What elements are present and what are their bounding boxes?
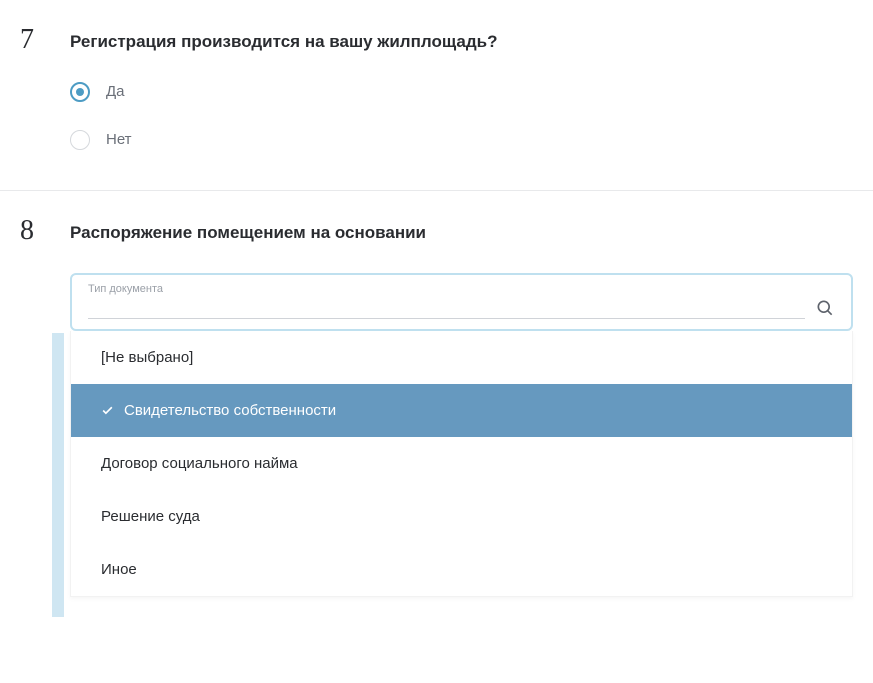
dropdown-option-label: [Не выбрано]: [101, 349, 193, 366]
dropdown-option-label: Иное: [101, 561, 137, 578]
dropdown-option-social-rent[interactable]: Договор социального найма: [71, 437, 852, 490]
dropdown-floating-label: Тип документа: [88, 283, 835, 295]
dropdown-option-none[interactable]: [Не выбрано]: [71, 331, 852, 384]
radio-option-yes[interactable]: Да: [70, 82, 853, 102]
dropdown-option-label: Договор социального найма: [101, 455, 298, 472]
left-accent-bar: [52, 333, 64, 617]
check-icon: [101, 404, 114, 417]
dropdown-list: [Не выбрано] Свидетельство собственности…: [70, 331, 853, 597]
dropdown-container: Тип документа [Не выбрано]: [70, 273, 853, 597]
dropdown-option-label: Свидетельство собственности: [124, 402, 336, 419]
question-title: Распоряжение помещением на основании: [70, 221, 853, 245]
question-number: 7: [20, 24, 34, 56]
radio-label: Да: [106, 83, 125, 100]
dropdown-search-input[interactable]: [88, 297, 805, 319]
radio-circle-icon: [70, 82, 90, 102]
question-8-section: 8 Распоряжение помещением на основании Т…: [0, 191, 873, 637]
radio-option-no[interactable]: Нет: [70, 130, 853, 150]
question-number: 8: [20, 215, 34, 247]
question-body: Регистрация производится на вашу жилплощ…: [70, 30, 853, 150]
question-title: Регистрация производится на вашу жилплощ…: [70, 30, 853, 54]
dropdown-option-court[interactable]: Решение суда: [71, 490, 852, 543]
radio-group: Да Нет: [70, 82, 853, 150]
question-body: Распоряжение помещением на основании Тип…: [70, 221, 853, 597]
dropdown-option-label: Решение суда: [101, 508, 200, 525]
dropdown-input-row: [88, 297, 835, 319]
dropdown-field[interactable]: Тип документа: [70, 273, 853, 331]
dropdown-option-other[interactable]: Иное: [71, 543, 852, 596]
radio-circle-icon: [70, 130, 90, 150]
dropdown-option-certificate[interactable]: Свидетельство собственности: [71, 384, 852, 437]
question-7-section: 7 Регистрация производится на вашу жилпл…: [0, 0, 873, 190]
search-icon[interactable]: [815, 298, 835, 318]
radio-label: Нет: [106, 131, 132, 148]
